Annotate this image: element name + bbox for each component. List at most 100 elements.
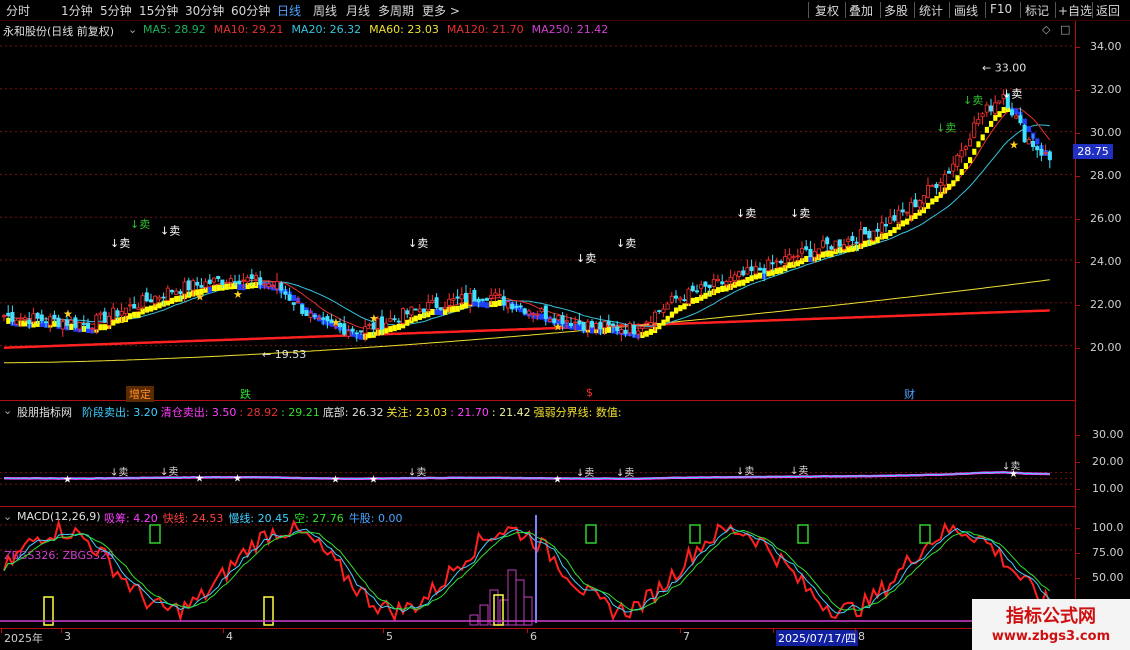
accumulation-bar — [479, 604, 489, 626]
candle-body — [808, 248, 813, 258]
candle-body — [678, 297, 683, 301]
tab-daily[interactable]: 日线 — [277, 2, 301, 19]
watermark-title: 指标公式网 — [1006, 606, 1096, 627]
band-up — [98, 324, 103, 331]
x-tick — [773, 628, 774, 633]
tab-60min[interactable]: 60分钟 — [231, 2, 270, 19]
event-badge[interactable]: 增定 — [126, 386, 154, 402]
candle-body — [825, 237, 830, 245]
f10-button[interactable]: F10 — [990, 2, 1012, 16]
tab-more[interactable]: 更多 > — [422, 2, 460, 19]
band-up — [875, 236, 880, 243]
band-down — [539, 313, 544, 320]
top-box — [149, 524, 161, 544]
candle-body — [35, 312, 40, 319]
candle-body — [346, 330, 351, 337]
stats-button[interactable]: 统计 — [919, 2, 943, 19]
event-badge[interactable]: 跌 — [240, 386, 251, 402]
tab-multi-period[interactable]: 多周期 — [378, 2, 414, 19]
candle-body — [455, 296, 460, 299]
tab-30min[interactable]: 30分钟 — [185, 2, 224, 19]
candle-body — [573, 321, 578, 324]
candle-body — [951, 163, 956, 172]
fuquan-button[interactable]: 复权 — [815, 2, 839, 19]
candle-body — [816, 248, 821, 255]
ma60-line — [4, 279, 1050, 364]
tab-1min[interactable]: 1分钟 — [61, 2, 93, 19]
candle-body — [741, 270, 746, 276]
crosshair-date-label: 2025/07/17/四 — [776, 630, 859, 646]
sell-signal: ↓卖 — [1002, 87, 1022, 100]
candle-body — [132, 304, 137, 309]
star-icon: ★ — [63, 475, 72, 486]
band-up — [128, 313, 133, 320]
band-up — [149, 305, 154, 312]
candle-body — [136, 307, 141, 310]
separator — [1020, 2, 1021, 18]
candle-body — [472, 289, 477, 302]
candle-body — [1031, 140, 1036, 148]
add-watchlist-button[interactable]: +自选 — [1058, 2, 1092, 19]
candle-body — [98, 312, 103, 316]
candle-body — [548, 318, 553, 322]
candle-body — [585, 321, 590, 331]
candle-body — [190, 280, 195, 291]
band-up — [829, 250, 834, 257]
sell-signal: ↓卖 — [736, 207, 756, 220]
candle-body — [73, 317, 78, 328]
multi-stock-button[interactable]: 多股 — [884, 2, 908, 19]
tab-15min[interactable]: 15分钟 — [139, 2, 178, 19]
star-icon: ★ — [195, 290, 205, 303]
band-up — [997, 111, 1002, 118]
separator — [985, 2, 986, 18]
y-tick — [1075, 90, 1080, 91]
candle-body — [1022, 124, 1027, 143]
band-up — [716, 287, 721, 294]
candle-body — [867, 230, 872, 239]
overlay-button[interactable]: 叠加 — [849, 2, 873, 19]
candle-body — [421, 308, 426, 313]
candle-body — [926, 184, 931, 198]
top-box — [689, 524, 701, 544]
band-up — [174, 296, 179, 303]
event-badge[interactable]: $ — [586, 386, 593, 399]
draw-line-button[interactable]: 画线 — [954, 2, 978, 19]
candle-body — [489, 294, 494, 299]
mark-button[interactable]: 标记 — [1025, 2, 1049, 19]
candle-body — [913, 199, 918, 208]
candle-body — [884, 224, 889, 227]
candle-body — [77, 322, 82, 330]
band-up — [825, 250, 830, 257]
sell-signal: ↓卖 — [160, 466, 178, 478]
band-up — [720, 285, 725, 292]
candle-body — [253, 275, 258, 280]
y-tick-label: 24.00 — [1090, 255, 1122, 268]
back-button[interactable]: 返回 — [1096, 2, 1120, 19]
candle-body — [258, 277, 263, 285]
accumulation-bar — [515, 579, 525, 626]
candle-body — [174, 290, 179, 295]
tab-weekly[interactable]: 周线 — [313, 2, 337, 19]
x-tick-label: 5 — [386, 630, 393, 643]
y-tick — [1075, 176, 1080, 177]
candle-body — [153, 295, 158, 304]
separator — [880, 2, 881, 18]
band-up — [497, 299, 502, 306]
event-badge[interactable]: 财 — [904, 386, 915, 402]
tab-fenshi[interactable]: 分时 — [6, 2, 30, 19]
tab-5min[interactable]: 5分钟 — [100, 2, 132, 19]
candle-body — [405, 310, 410, 315]
sell-signal: ↓卖 — [736, 465, 754, 477]
candle-body — [249, 274, 254, 280]
candle-body — [556, 315, 561, 321]
candle-body — [308, 312, 313, 318]
y-tick-label: 30.00 — [1092, 428, 1124, 441]
candle-body — [1026, 138, 1031, 145]
tab-monthly[interactable]: 月线 — [346, 2, 370, 19]
candle-body — [451, 298, 456, 301]
band-up — [413, 315, 418, 322]
candle-body — [283, 291, 288, 295]
candle-body — [207, 279, 212, 284]
candle-body — [636, 330, 641, 335]
candle-body — [1014, 115, 1019, 119]
